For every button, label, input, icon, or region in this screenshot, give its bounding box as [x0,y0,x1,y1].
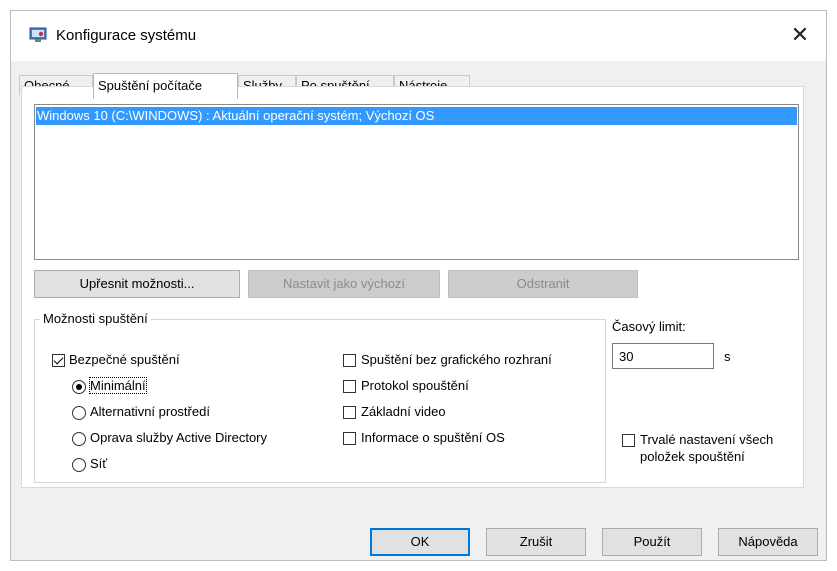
cancel-button[interactable]: Zrušit [486,528,586,556]
timeout-unit: s [724,349,731,364]
network-label[interactable]: Síť [90,456,107,471]
base-video-label[interactable]: Základní video [361,404,446,419]
os-boot-info-label[interactable]: Informace o spuštění OS [361,430,505,445]
msconfig-app-icon [29,27,47,42]
permanent-settings-label-line1[interactable]: Trvalé nastavení všech [640,432,773,447]
timeout-input[interactable] [612,343,714,369]
os-boot-info-checkbox[interactable] [343,432,356,445]
no-gui-boot-label[interactable]: Spuštění bez grafického rozhraní [361,352,552,367]
boot-log-label[interactable]: Protokol spouštění [361,378,469,393]
title-bar: Konfigurace systému ✕ [11,11,826,61]
ad-repair-radio[interactable] [72,432,86,446]
ok-button[interactable]: OK [370,528,470,556]
base-video-checkbox[interactable] [343,406,356,419]
set-default-button[interactable]: Nastavit jako výchozí [248,270,440,298]
close-icon[interactable]: ✕ [786,21,814,49]
minimal-label[interactable]: Minimální [89,377,147,394]
no-gui-boot-checkbox[interactable] [343,354,356,367]
window-title: Konfigurace systému [56,27,197,44]
network-radio[interactable] [72,458,86,472]
boot-options-group [34,319,606,483]
boot-options-label: Možnosti spuštění [40,311,151,326]
boot-log-checkbox[interactable] [343,380,356,393]
advanced-options-button[interactable]: Upřesnit možnosti... [34,270,240,298]
os-list-item[interactable]: Windows 10 (C:\WINDOWS) : Aktuální opera… [36,107,797,125]
minimal-radio[interactable] [72,380,86,394]
timeout-label: Časový limit: [612,319,686,334]
permanent-settings-label-line2[interactable]: položek spouštění [640,449,745,464]
alternate-shell-label[interactable]: Alternativní prostředí [90,404,210,419]
safe-boot-label[interactable]: Bezpečné spuštění [69,352,180,367]
safe-boot-checkbox[interactable] [52,354,65,367]
help-button[interactable]: Nápověda [718,528,818,556]
apply-button[interactable]: Použít [602,528,702,556]
os-list[interactable]: Windows 10 (C:\WINDOWS) : Aktuální opera… [34,104,799,260]
tab-boot[interactable]: Spuštění počítače [93,73,238,99]
ad-repair-label[interactable]: Oprava služby Active Directory [90,430,267,445]
alternate-shell-radio[interactable] [72,406,86,420]
permanent-settings-checkbox[interactable] [622,434,635,447]
delete-button[interactable]: Odstranit [448,270,638,298]
